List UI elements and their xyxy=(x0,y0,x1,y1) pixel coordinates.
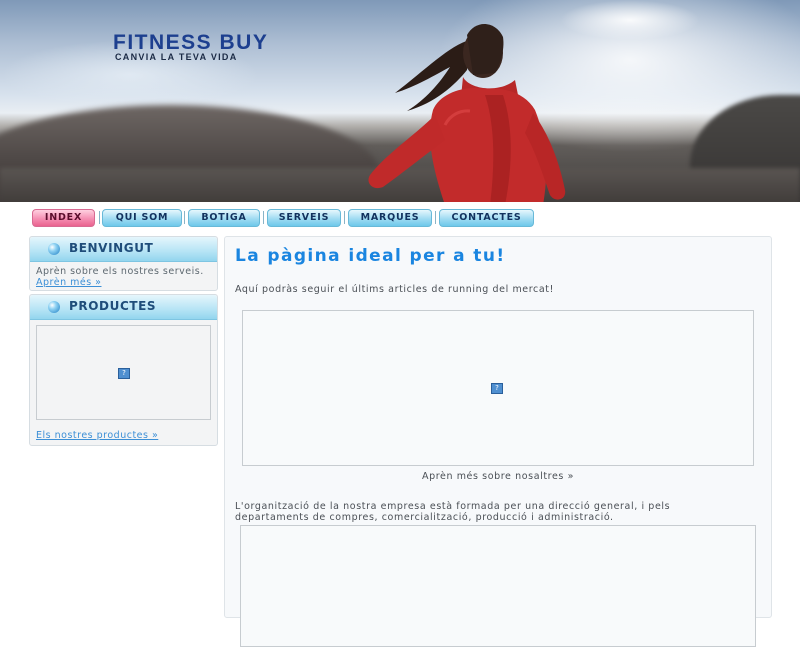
products-title: PRODUCTES xyxy=(69,299,157,313)
welcome-text-block: Aprèn sobre els nostres serveis. Aprèn m… xyxy=(30,262,217,288)
nav-separator xyxy=(435,211,436,224)
runner-photo xyxy=(368,23,566,202)
header-banner: FITNESS BUY CANVIA LA TEVA VIDA xyxy=(0,0,800,202)
nav-item-serveis[interactable]: SERVEIS xyxy=(267,209,341,227)
products-link[interactable]: Els nostres productes » xyxy=(36,430,158,441)
bullet-icon xyxy=(48,243,60,255)
welcome-title: BENVINGUT xyxy=(69,241,154,255)
articles-image[interactable]: ? xyxy=(242,310,754,466)
learn-more-link[interactable]: Aprèn més » xyxy=(36,277,102,288)
welcome-box-header: BENVINGUT xyxy=(30,237,217,262)
organization-image[interactable] xyxy=(240,525,756,647)
organization-text: L'organització de la nostra empresa està… xyxy=(235,501,671,523)
welcome-text: Aprèn sobre els nostres serveis. xyxy=(36,266,204,277)
broken-image-icon: ? xyxy=(491,383,503,394)
intro-text: Aquí podràs seguir el últims articles de… xyxy=(235,284,555,295)
nav-separator xyxy=(184,211,185,224)
nav-separator xyxy=(263,211,264,224)
bullet-icon xyxy=(48,301,60,313)
products-box-header: PRODUCTES xyxy=(30,295,217,320)
nav-item-contactes[interactable]: CONTACTES xyxy=(439,209,534,227)
nav-separator xyxy=(344,211,345,224)
product-image[interactable]: ? xyxy=(36,325,211,420)
nav-item-marques[interactable]: MARQUES xyxy=(348,209,432,227)
brand-tagline: CANVIA LA TEVA VIDA xyxy=(115,52,238,62)
nav-item-botiga[interactable]: BOTIGA xyxy=(188,209,260,227)
page-title: La pàgina ideal per a tu! xyxy=(235,246,506,266)
welcome-box: BENVINGUT Aprèn sobre els nostres servei… xyxy=(29,236,218,291)
broken-image-icon: ? xyxy=(118,368,130,379)
main-content: La pàgina ideal per a tu! Aquí podràs se… xyxy=(224,236,772,647)
about-link[interactable]: Aprèn més sobre nosaltres » xyxy=(242,471,754,482)
nav-item-qui-som[interactable]: QUI SOM xyxy=(102,209,182,227)
products-box: PRODUCTES ? Els nostres productes » xyxy=(29,294,218,446)
nav-item-index[interactable]: INDEX xyxy=(32,209,95,227)
nav-separator xyxy=(99,211,100,224)
